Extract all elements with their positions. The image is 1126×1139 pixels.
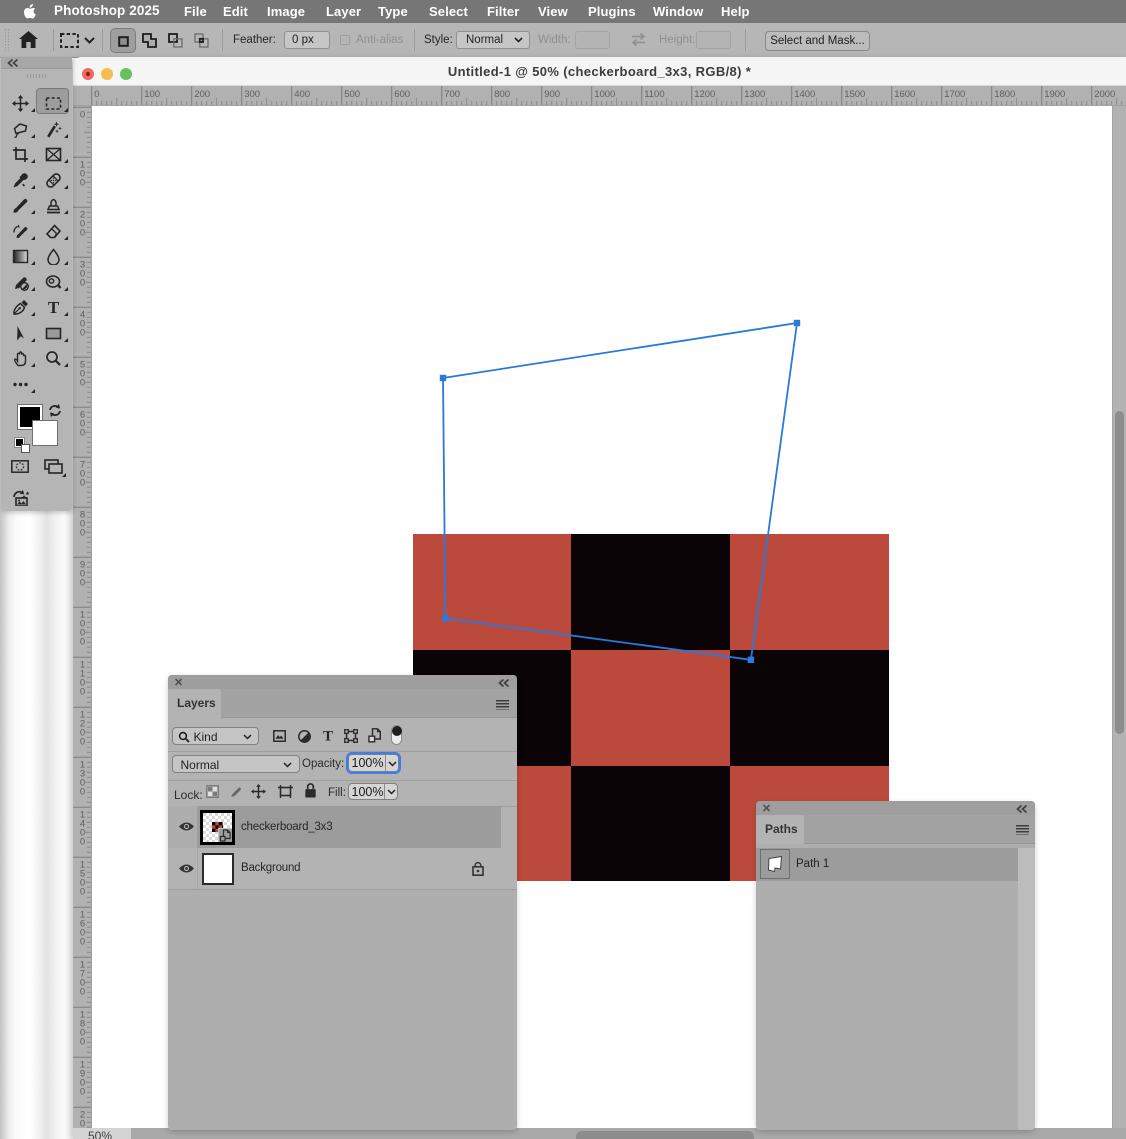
svg-text:1100: 1100 (644, 89, 664, 100)
svg-text:800: 800 (494, 89, 510, 100)
svg-text:0: 0 (80, 936, 85, 947)
svg-text:0: 0 (80, 786, 85, 797)
svg-text:600: 600 (394, 89, 410, 100)
svg-text:0: 0 (80, 886, 85, 897)
svg-text:1300: 1300 (744, 89, 765, 100)
svg-text:0: 0 (80, 1086, 85, 1097)
svg-text:900: 900 (544, 89, 560, 100)
svg-text:0: 0 (80, 1036, 85, 1047)
svg-text:200: 200 (194, 89, 210, 100)
svg-text:700: 700 (444, 89, 460, 100)
svg-text:0: 0 (80, 636, 85, 647)
svg-text:0: 0 (80, 736, 85, 747)
svg-text:1900: 1900 (1044, 89, 1065, 100)
svg-text:T: T (323, 729, 333, 742)
svg-text:0: 0 (80, 986, 85, 997)
svg-text:2000: 2000 (1094, 89, 1115, 100)
svg-text:0: 0 (80, 686, 85, 697)
svg-text:500: 500 (344, 89, 360, 100)
svg-text:1200: 1200 (694, 89, 715, 100)
svg-text:400: 400 (294, 89, 310, 100)
svg-text:1500: 1500 (844, 89, 865, 100)
svg-text:0: 0 (94, 89, 99, 100)
svg-text:1800: 1800 (994, 89, 1015, 100)
svg-text:0: 0 (80, 109, 85, 120)
svg-text:100: 100 (144, 89, 160, 100)
svg-text:300: 300 (244, 89, 260, 100)
svg-text:1700: 1700 (944, 89, 965, 100)
svg-text:1600: 1600 (894, 89, 915, 100)
svg-text:T: T (47, 299, 59, 316)
svg-text:1400: 1400 (794, 89, 815, 100)
svg-text:1000: 1000 (594, 89, 615, 100)
svg-text:0: 0 (80, 836, 85, 847)
